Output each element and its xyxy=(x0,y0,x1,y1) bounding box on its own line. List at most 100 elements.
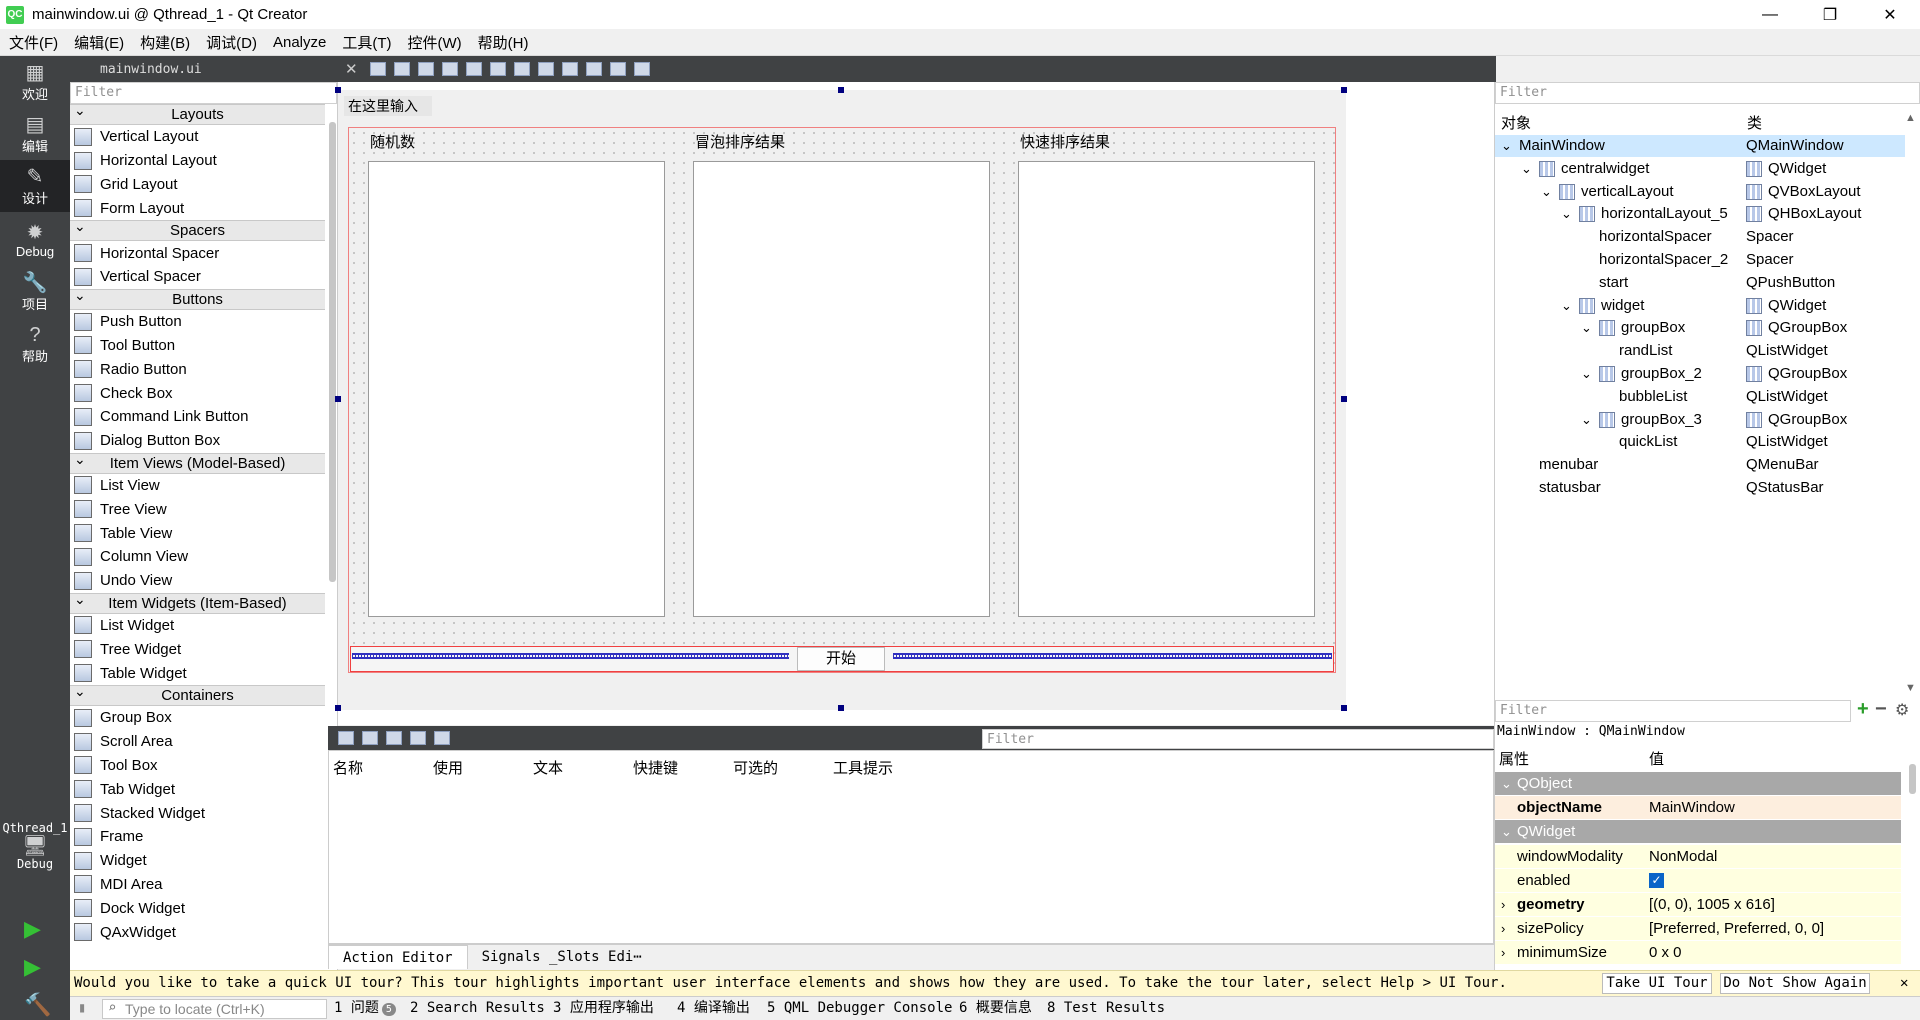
widget-item[interactable]: Tab Widget xyxy=(70,777,325,801)
layout-vertical-icon[interactable] xyxy=(489,62,506,76)
close-button[interactable]: ✕ xyxy=(1860,0,1920,29)
object-tree-row[interactable]: start QPushButton xyxy=(1495,272,1905,294)
menu-item[interactable]: 帮助(H) xyxy=(469,32,536,53)
adjust-size-icon[interactable] xyxy=(633,62,650,76)
locator-input[interactable]: Type to locate (Ctrl+K) xyxy=(102,999,327,1019)
widget-item[interactable]: Grid Layout xyxy=(70,173,325,197)
widget-item[interactable]: Radio Button xyxy=(70,357,325,381)
rand-list[interactable] xyxy=(368,161,665,617)
resize-handle[interactable] xyxy=(1341,396,1347,402)
property-value[interactable]: NonModal xyxy=(1649,845,1717,869)
start-button[interactable]: 开始 xyxy=(797,647,885,671)
object-tree-row[interactable]: ⌄ horizontalLayout_5 QHBoxLayout xyxy=(1495,203,1905,225)
widget-item[interactable]: Horizontal Layout xyxy=(70,149,325,173)
resize-handle[interactable] xyxy=(838,705,844,711)
copy-action-icon[interactable] xyxy=(362,731,378,745)
horizontal-spacer[interactable] xyxy=(352,653,789,659)
tab-action-editor[interactable]: Action Editor xyxy=(328,944,468,969)
maximize-button[interactable]: ❐ xyxy=(1800,0,1860,29)
object-tree-row[interactable]: statusbar QStatusBar xyxy=(1495,477,1905,499)
layout-grid-icon[interactable] xyxy=(585,62,602,76)
expand-arrow-icon[interactable]: ⌄ xyxy=(1541,181,1552,203)
property-section[interactable]: ⌄ QObject xyxy=(1495,772,1901,796)
widget-item[interactable]: Scroll Area xyxy=(70,730,325,754)
menu-item[interactable]: 工具(T) xyxy=(333,32,398,53)
resize-handle[interactable] xyxy=(335,87,341,93)
scroll-up-icon[interactable]: ▲ xyxy=(1905,112,1916,124)
mode-grid[interactable]: ▦ 欢迎 xyxy=(0,56,70,108)
kit-selector[interactable]: Qthread_1 🖥 Debug xyxy=(0,806,70,886)
expand-arrow-icon[interactable]: › xyxy=(1501,917,1505,941)
break-layout-icon[interactable] xyxy=(609,62,626,76)
widget-item[interactable]: Tree View xyxy=(70,497,325,521)
mode-pencil[interactable]: ✎ 设计 xyxy=(0,160,70,212)
expand-arrow-icon[interactable]: ⌄ xyxy=(1561,295,1572,317)
paste-action-icon[interactable] xyxy=(386,731,402,745)
widget-item[interactable]: List View xyxy=(70,474,325,498)
quick-list[interactable] xyxy=(1018,161,1315,617)
layout-v-splitter-icon[interactable] xyxy=(537,62,554,76)
scroll-down-icon[interactable]: ▼ xyxy=(1905,682,1916,694)
object-tree-row[interactable]: bubbleList QListWidget xyxy=(1495,386,1905,408)
resize-handle[interactable] xyxy=(335,705,341,711)
property-row[interactable]: enabled ✓ xyxy=(1495,868,1901,893)
widget-item[interactable]: Push Button xyxy=(70,310,325,334)
object-tree-row[interactable]: randList QListWidget xyxy=(1495,340,1905,362)
widget-category[interactable]: Item Widgets (Item-Based) xyxy=(70,590,325,614)
minimize-button[interactable]: — xyxy=(1740,0,1800,29)
column-header[interactable]: 文本 xyxy=(533,757,563,778)
output-pane-button[interactable]: 5 QML Debugger Console xyxy=(767,997,952,1020)
object-tree-row[interactable]: ⌄ widget QWidget xyxy=(1495,295,1905,317)
group-box-bubble[interactable]: 冒泡排序结果 xyxy=(685,131,997,629)
object-filter[interactable]: Filter xyxy=(1495,82,1920,104)
layout-form-icon[interactable] xyxy=(561,62,578,76)
close-tour-icon[interactable]: ✕ xyxy=(1900,971,1908,996)
output-pane-button[interactable]: 6 概要信息 xyxy=(959,997,1032,1020)
widget-category[interactable]: Spacers xyxy=(70,217,325,242)
take-ui-tour-button[interactable]: Take UI Tour xyxy=(1602,973,1712,994)
mode-wrench[interactable]: 🔧 项目 xyxy=(0,266,70,318)
property-filter[interactable]: Filter xyxy=(1495,700,1851,722)
column-header[interactable]: 使用 xyxy=(433,757,463,778)
resize-handle[interactable] xyxy=(1341,705,1347,711)
open-file-combo[interactable]: mainwindow.ui xyxy=(100,62,345,77)
output-pane-button[interactable]: 1 问题 5 xyxy=(334,997,396,1020)
widget-item[interactable]: Column View xyxy=(70,545,325,569)
widget-item[interactable]: Widget xyxy=(70,849,325,873)
property-section[interactable]: ⌄ QWidget xyxy=(1495,820,1901,845)
debug-run-icon[interactable]: ▶ xyxy=(24,954,41,980)
object-tree-row[interactable]: horizontalSpacer Spacer xyxy=(1495,226,1905,248)
menu-item[interactable]: 文件(F) xyxy=(0,32,65,53)
property-value[interactable]: 0 x 0 xyxy=(1649,941,1682,965)
mode-bug[interactable]: ✹ Debug xyxy=(0,214,70,266)
horizontal-spacer-2[interactable] xyxy=(893,653,1332,659)
new-action-icon[interactable] xyxy=(338,731,354,745)
menu-item[interactable]: 编辑(E) xyxy=(65,32,131,53)
widget-item[interactable]: Form Layout xyxy=(70,196,325,220)
object-tree-row[interactable]: ⌄ groupBox QGroupBox xyxy=(1495,317,1905,339)
object-tree-row[interactable]: horizontalSpacer_2 Spacer xyxy=(1495,249,1905,271)
remove-property-icon[interactable]: − xyxy=(1875,698,1887,721)
add-property-icon[interactable]: + xyxy=(1857,698,1869,721)
widget-category[interactable]: Containers xyxy=(70,682,325,706)
column-header[interactable]: 工具提示 xyxy=(833,757,893,778)
object-tree-row[interactable]: quickList QListWidget xyxy=(1495,431,1905,453)
property-row[interactable]: objectName MainWindow xyxy=(1495,796,1901,821)
property-row[interactable]: › geometry [(0, 0), 1005 x 616] xyxy=(1495,893,1901,917)
object-tree-row[interactable]: ⌄ groupBox_2 QGroupBox xyxy=(1495,363,1905,385)
resize-handle[interactable] xyxy=(838,87,844,93)
widget-category[interactable]: Layouts xyxy=(70,101,325,125)
delete-action-icon[interactable] xyxy=(410,731,426,745)
expand-arrow-icon[interactable]: ⌄ xyxy=(1501,135,1512,157)
edit-widgets-icon[interactable] xyxy=(369,62,386,76)
resize-handle[interactable] xyxy=(1341,87,1347,93)
configure-icon[interactable]: ⚙ xyxy=(1895,700,1909,720)
menubar-type-here[interactable]: 在这里输入 xyxy=(344,96,432,116)
widget-box-filter[interactable]: Filter xyxy=(70,82,337,104)
object-tree-row[interactable]: menubar QMenuBar xyxy=(1495,454,1905,476)
widget-item[interactable]: Table Widget xyxy=(70,661,325,685)
widget-item[interactable]: Group Box xyxy=(70,706,325,730)
widget-item[interactable]: Tool Box xyxy=(70,754,325,778)
widget-item[interactable]: QAxWidget xyxy=(70,920,325,944)
edit-tab-order-icon[interactable] xyxy=(441,62,458,76)
